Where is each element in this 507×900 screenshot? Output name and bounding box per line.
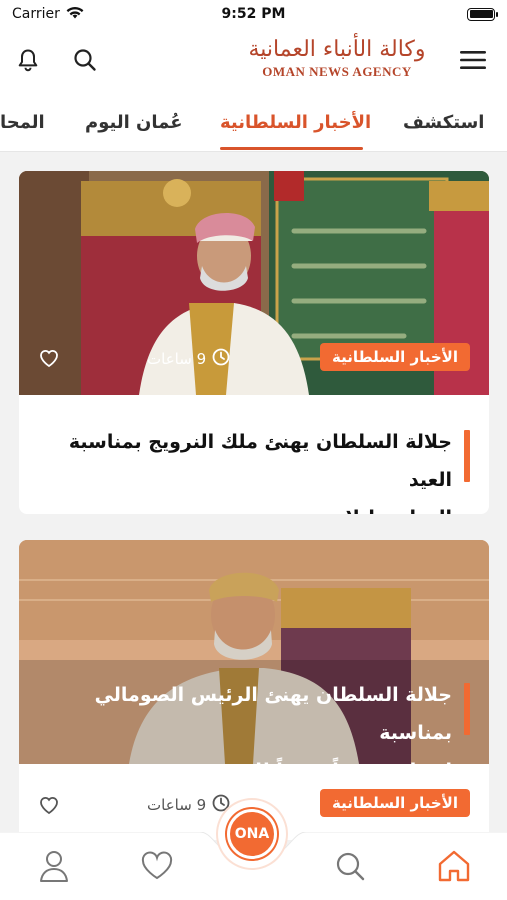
heart-icon[interactable]: [137, 846, 177, 886]
headline-accent-bar: [464, 430, 470, 482]
status-left: Carrier: [12, 6, 192, 23]
news-card[interactable]: جلالة السلطان يهنئ الرئيس الصومالي بمناس…: [19, 540, 489, 840]
app-header: وكالة الأنباء العمانية OMAN NEWS AGENCY: [0, 28, 507, 92]
article-image[interactable]: جلالة السلطان يهنئ الرئيس الصومالي بمناس…: [19, 540, 489, 764]
status-right: [315, 7, 498, 21]
active-tab-indicator: [220, 147, 363, 150]
category-badge[interactable]: الأخبار السلطانية: [320, 343, 470, 371]
article-headline[interactable]: جلالة السلطان يهنئ الرئيس الصومالي بمناس…: [22, 676, 452, 764]
time-label: 9 ساعات: [147, 796, 207, 814]
headline-line: جلالة السلطان يهنئ ملك النرويج بمناسبة ا…: [68, 431, 452, 491]
category-tabs: استكشف الأخبار السلطانية عُمان اليوم الم…: [0, 92, 507, 152]
logo-english: OMAN NEWS AGENCY: [262, 64, 412, 79]
battery-icon: [467, 7, 498, 21]
ona-center-label: ONA: [227, 809, 277, 859]
app-screen: Carrier 9:52 PM وكالة الأنباء العمانية O…: [0, 0, 507, 900]
user-icon[interactable]: [34, 846, 74, 886]
search-icon[interactable]: [330, 846, 370, 886]
ona-logo: وكالة الأنباء العمانية OMAN NEWS AGENCY: [242, 36, 432, 86]
headline-line: جلالة السلطان يهنئ الرئيس الصومالي بمناس…: [94, 684, 452, 744]
heart-icon[interactable]: [38, 795, 60, 819]
bell-icon[interactable]: [12, 44, 44, 76]
category-badge[interactable]: الأخبار السلطانية: [320, 789, 470, 817]
tab-royal-news[interactable]: الأخبار السلطانية: [220, 112, 371, 133]
tab-oman-today[interactable]: عُمان اليوم: [85, 112, 183, 133]
headline-line: انتخابه رئيساً جديداً للجمهورية: [22, 752, 452, 764]
article-time: 9 ساعات: [147, 348, 230, 370]
menu-icon[interactable]: [457, 44, 489, 76]
carrier-label: Carrier: [12, 6, 60, 22]
tab-local[interactable]: المحا: [0, 112, 45, 133]
time-label: 9 ساعات: [147, 350, 207, 368]
search-icon[interactable]: [69, 44, 101, 76]
news-card[interactable]: الأخبار السلطانية 9 ساعات جلالة السلطان …: [19, 171, 489, 514]
tab-explore[interactable]: استكشف: [403, 112, 484, 133]
wifi-icon: [66, 6, 84, 23]
heart-icon[interactable]: [38, 348, 60, 372]
home-icon[interactable]: [434, 846, 474, 886]
article-headline[interactable]: جلالة السلطان يهنئ ملك النرويج بمناسبة ا…: [32, 423, 452, 514]
article-image[interactable]: الأخبار السلطانية 9 ساعات: [19, 171, 489, 395]
article-time: 9 ساعات: [147, 794, 230, 816]
battery-level: [469, 10, 493, 18]
headline-accent-bar: [464, 683, 470, 735]
headline-line: الوطني لبلاده: [32, 499, 452, 514]
logo-arabic: وكالة الأنباء العمانية: [248, 37, 426, 62]
status-time: 9:52 PM: [221, 6, 286, 22]
ona-center-button[interactable]: ONA: [218, 800, 286, 868]
clock-icon: [212, 348, 230, 370]
status-bar: Carrier 9:52 PM: [0, 0, 507, 28]
